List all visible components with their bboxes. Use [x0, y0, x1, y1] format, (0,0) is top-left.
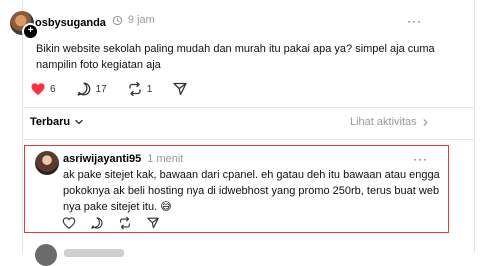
activity-link-label: Lihat aktivitas — [350, 116, 417, 128]
reply-author-avatar[interactable] — [35, 151, 59, 175]
repost-icon — [129, 81, 141, 97]
post-username[interactable]: osbysuganda — [35, 17, 106, 29]
sort-dropdown[interactable]: Terbaru — [30, 116, 84, 128]
heart-filled-icon — [31, 83, 45, 95]
next-reply-avatar[interactable] — [35, 244, 57, 266]
activity-link[interactable]: Lihat aktivitas — [350, 116, 430, 128]
reply-more-button[interactable]: ··· — [413, 152, 428, 166]
post-text-line: nampilin foto kegiatan aja — [36, 59, 161, 71]
post-more-button[interactable]: ··· — [407, 14, 422, 28]
reply-username[interactable]: asriwijayanti95 — [63, 153, 141, 165]
next-reply-username-placeholder — [64, 249, 124, 257]
like-count: 6 — [50, 83, 56, 95]
divider — [22, 139, 474, 140]
chevron-down-icon — [75, 119, 83, 125]
comment-button[interactable]: 17 — [76, 81, 107, 97]
reply-header: asriwijayanti95 1 menit — [63, 153, 183, 165]
repost-button[interactable]: 1 — [127, 81, 153, 97]
reply-text-line: ak pake sitejet kak, bawaan dari cpanel.… — [63, 169, 440, 181]
repost-count: 1 — [146, 83, 153, 95]
post-header: osbysuganda 9 jam — [35, 14, 155, 29]
reply-actions — [62, 216, 160, 230]
post-actions: 6 17 1 — [30, 81, 188, 97]
reply-text-line: pokoknya ak beli hosting nya di idwebhos… — [63, 185, 440, 197]
send-icon[interactable] — [146, 216, 160, 230]
share-button[interactable] — [172, 81, 188, 97]
sort-label: Terbaru — [30, 116, 71, 128]
reply-text-line: nya pake sitejet itu. 😅 — [63, 201, 172, 213]
comment-bubble-icon[interactable] — [90, 216, 104, 230]
heart-icon[interactable] — [62, 216, 76, 230]
chevron-right-icon — [423, 118, 428, 126]
divider — [22, 107, 474, 108]
post-text: Bikin website sekolah paling mudah dan m… — [36, 41, 446, 73]
clock-icon — [112, 15, 123, 25]
comment-bubble-icon — [77, 82, 90, 96]
post-text-line: Bikin website sekolah paling mudah dan m… — [36, 43, 435, 55]
repost-icon[interactable] — [118, 216, 132, 230]
like-button[interactable]: 6 — [30, 81, 56, 97]
post-time: 9 jam — [127, 14, 155, 26]
send-icon — [173, 82, 187, 96]
reply-time: 1 menit — [147, 153, 184, 165]
comment-count: 17 — [95, 83, 107, 95]
reply-text: ak pake sitejet kak, bawaan dari cpanel.… — [63, 167, 443, 215]
